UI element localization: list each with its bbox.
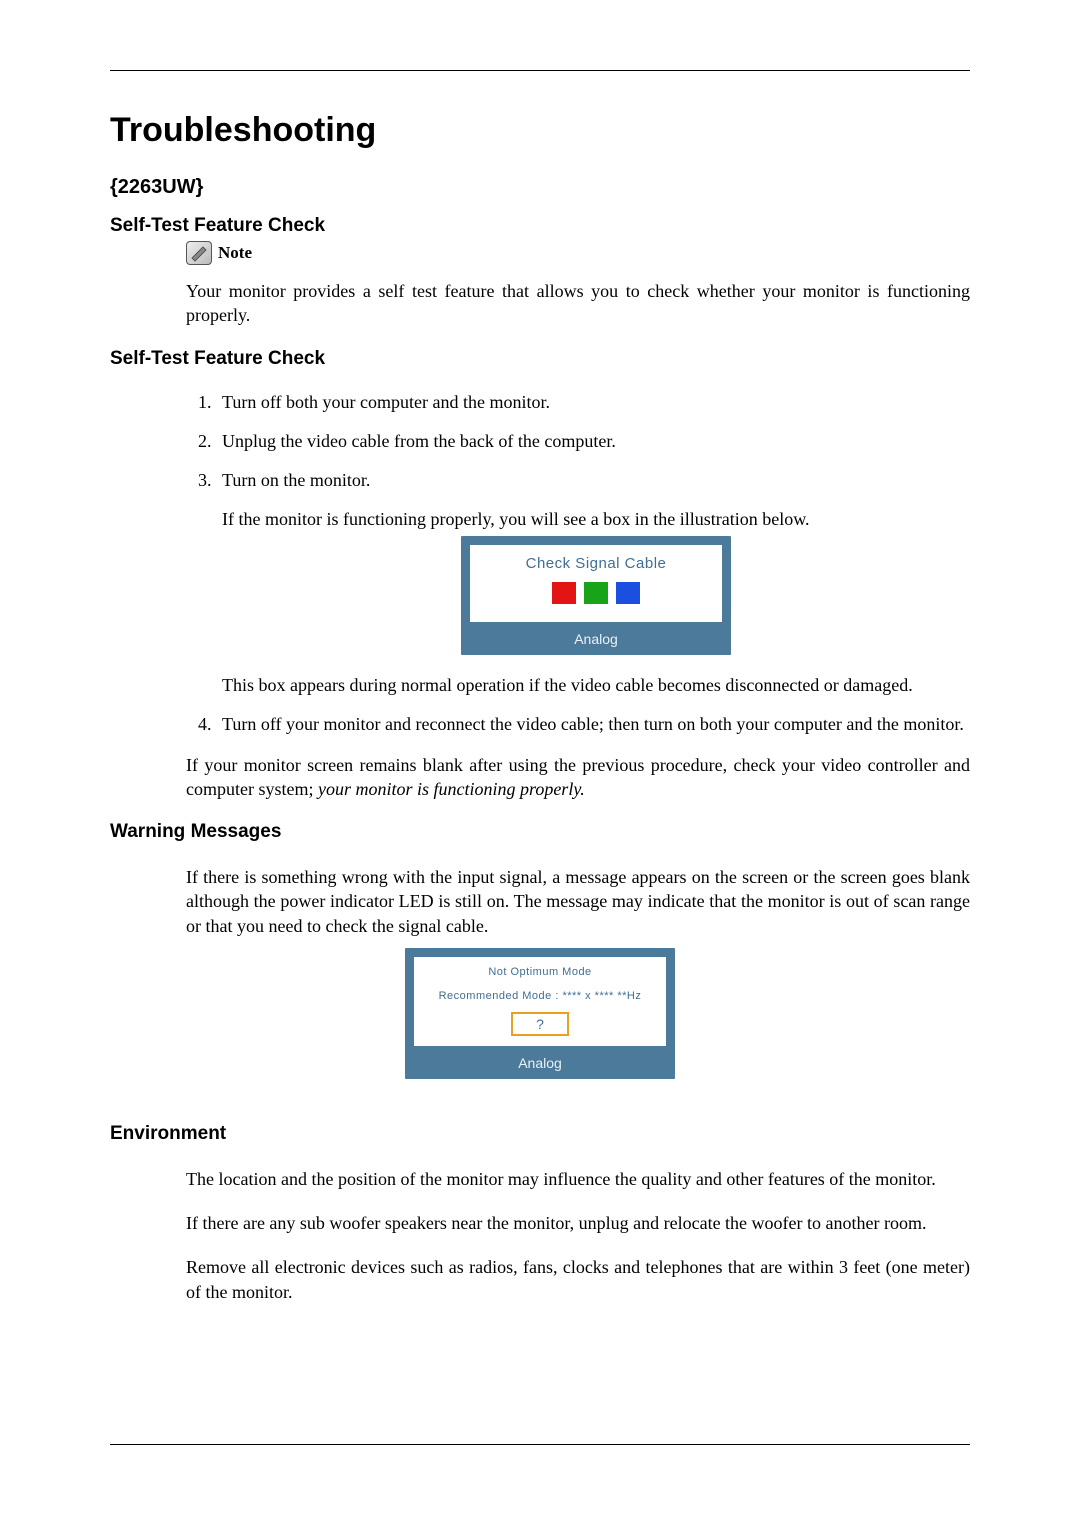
step-2: Unplug the video cable from the back of … [216, 431, 970, 452]
osd-check-signal-figure: Check Signal Cable Analog [461, 536, 731, 655]
section-self-test-1: Self-Test Feature Check [110, 215, 970, 237]
osd-message-line1: Not Optimum Mode [420, 965, 660, 979]
note-icon [186, 241, 212, 265]
paragraph: If your monitor screen remains blank aft… [186, 753, 970, 802]
osd-message-text: Check Signal Cable [476, 555, 716, 572]
paragraph: Your monitor provides a self test featur… [186, 279, 970, 328]
note-callout: Note [186, 241, 970, 265]
step-after-figure: This box appears during normal operation… [222, 675, 970, 696]
bottom-rule [110, 1444, 970, 1445]
osd-mode-label: Analog [469, 629, 723, 647]
step-4: Turn off your monitor and reconnect the … [216, 714, 970, 735]
step-text: Unplug the video cable from the back of … [222, 431, 616, 451]
model-heading: {2263UW} [110, 176, 970, 199]
step-text: Turn on the monitor. [222, 470, 370, 490]
osd-inner-panel: Not Optimum Mode Recommended Mode : ****… [413, 956, 667, 1047]
osd-inner-panel: Check Signal Cable [469, 544, 723, 623]
step-text: Turn off your monitor and reconnect the … [222, 714, 964, 734]
paragraph: If there are any sub woofer speakers nea… [186, 1211, 970, 1235]
step-1: Turn off both your computer and the moni… [216, 392, 970, 413]
closing-italic: your monitor is functioning properly. [318, 779, 585, 799]
osd-color-squares [476, 582, 716, 604]
blue-square-icon [616, 582, 640, 604]
red-square-icon [552, 582, 576, 604]
self-test-steps: Turn off both your computer and the moni… [186, 392, 970, 735]
step-subtext: If the monitor is functioning properly, … [222, 509, 970, 530]
section-environment: Environment [110, 1123, 970, 1145]
osd-outer-frame: Not Optimum Mode Recommended Mode : ****… [405, 948, 675, 1079]
document-page: Troubleshooting {2263UW} Self-Test Featu… [0, 0, 1080, 1527]
step-text: Turn off both your computer and the moni… [222, 392, 550, 412]
paragraph: If there is something wrong with the inp… [186, 865, 970, 938]
self-test-intro: Your monitor provides a self test featur… [186, 279, 970, 328]
section-warning-messages: Warning Messages [110, 821, 970, 843]
green-square-icon [584, 582, 608, 604]
osd-outer-frame: Check Signal Cable Analog [461, 536, 731, 655]
page-title: Troubleshooting [110, 111, 970, 150]
self-test-closing: If your monitor screen remains blank aft… [186, 753, 970, 802]
osd-not-optimum-figure: Not Optimum Mode Recommended Mode : ****… [405, 948, 675, 1079]
note-label: Note [218, 243, 252, 263]
warning-body: If there is something wrong with the inp… [186, 865, 970, 938]
osd-question-box: ? [511, 1012, 569, 1036]
environment-body: The location and the position of the mon… [186, 1167, 970, 1304]
paragraph: Remove all electronic devices such as ra… [186, 1255, 970, 1304]
step-3: Turn on the monitor. If the monitor is f… [216, 470, 970, 696]
paragraph: The location and the position of the mon… [186, 1167, 970, 1191]
osd-message-line2: Recommended Mode : **** x **** **Hz [420, 989, 660, 1003]
page-content: Troubleshooting {2263UW} Self-Test Featu… [110, 71, 970, 1304]
section-self-test-2: Self-Test Feature Check [110, 348, 970, 370]
osd-mode-label: Analog [413, 1053, 667, 1071]
